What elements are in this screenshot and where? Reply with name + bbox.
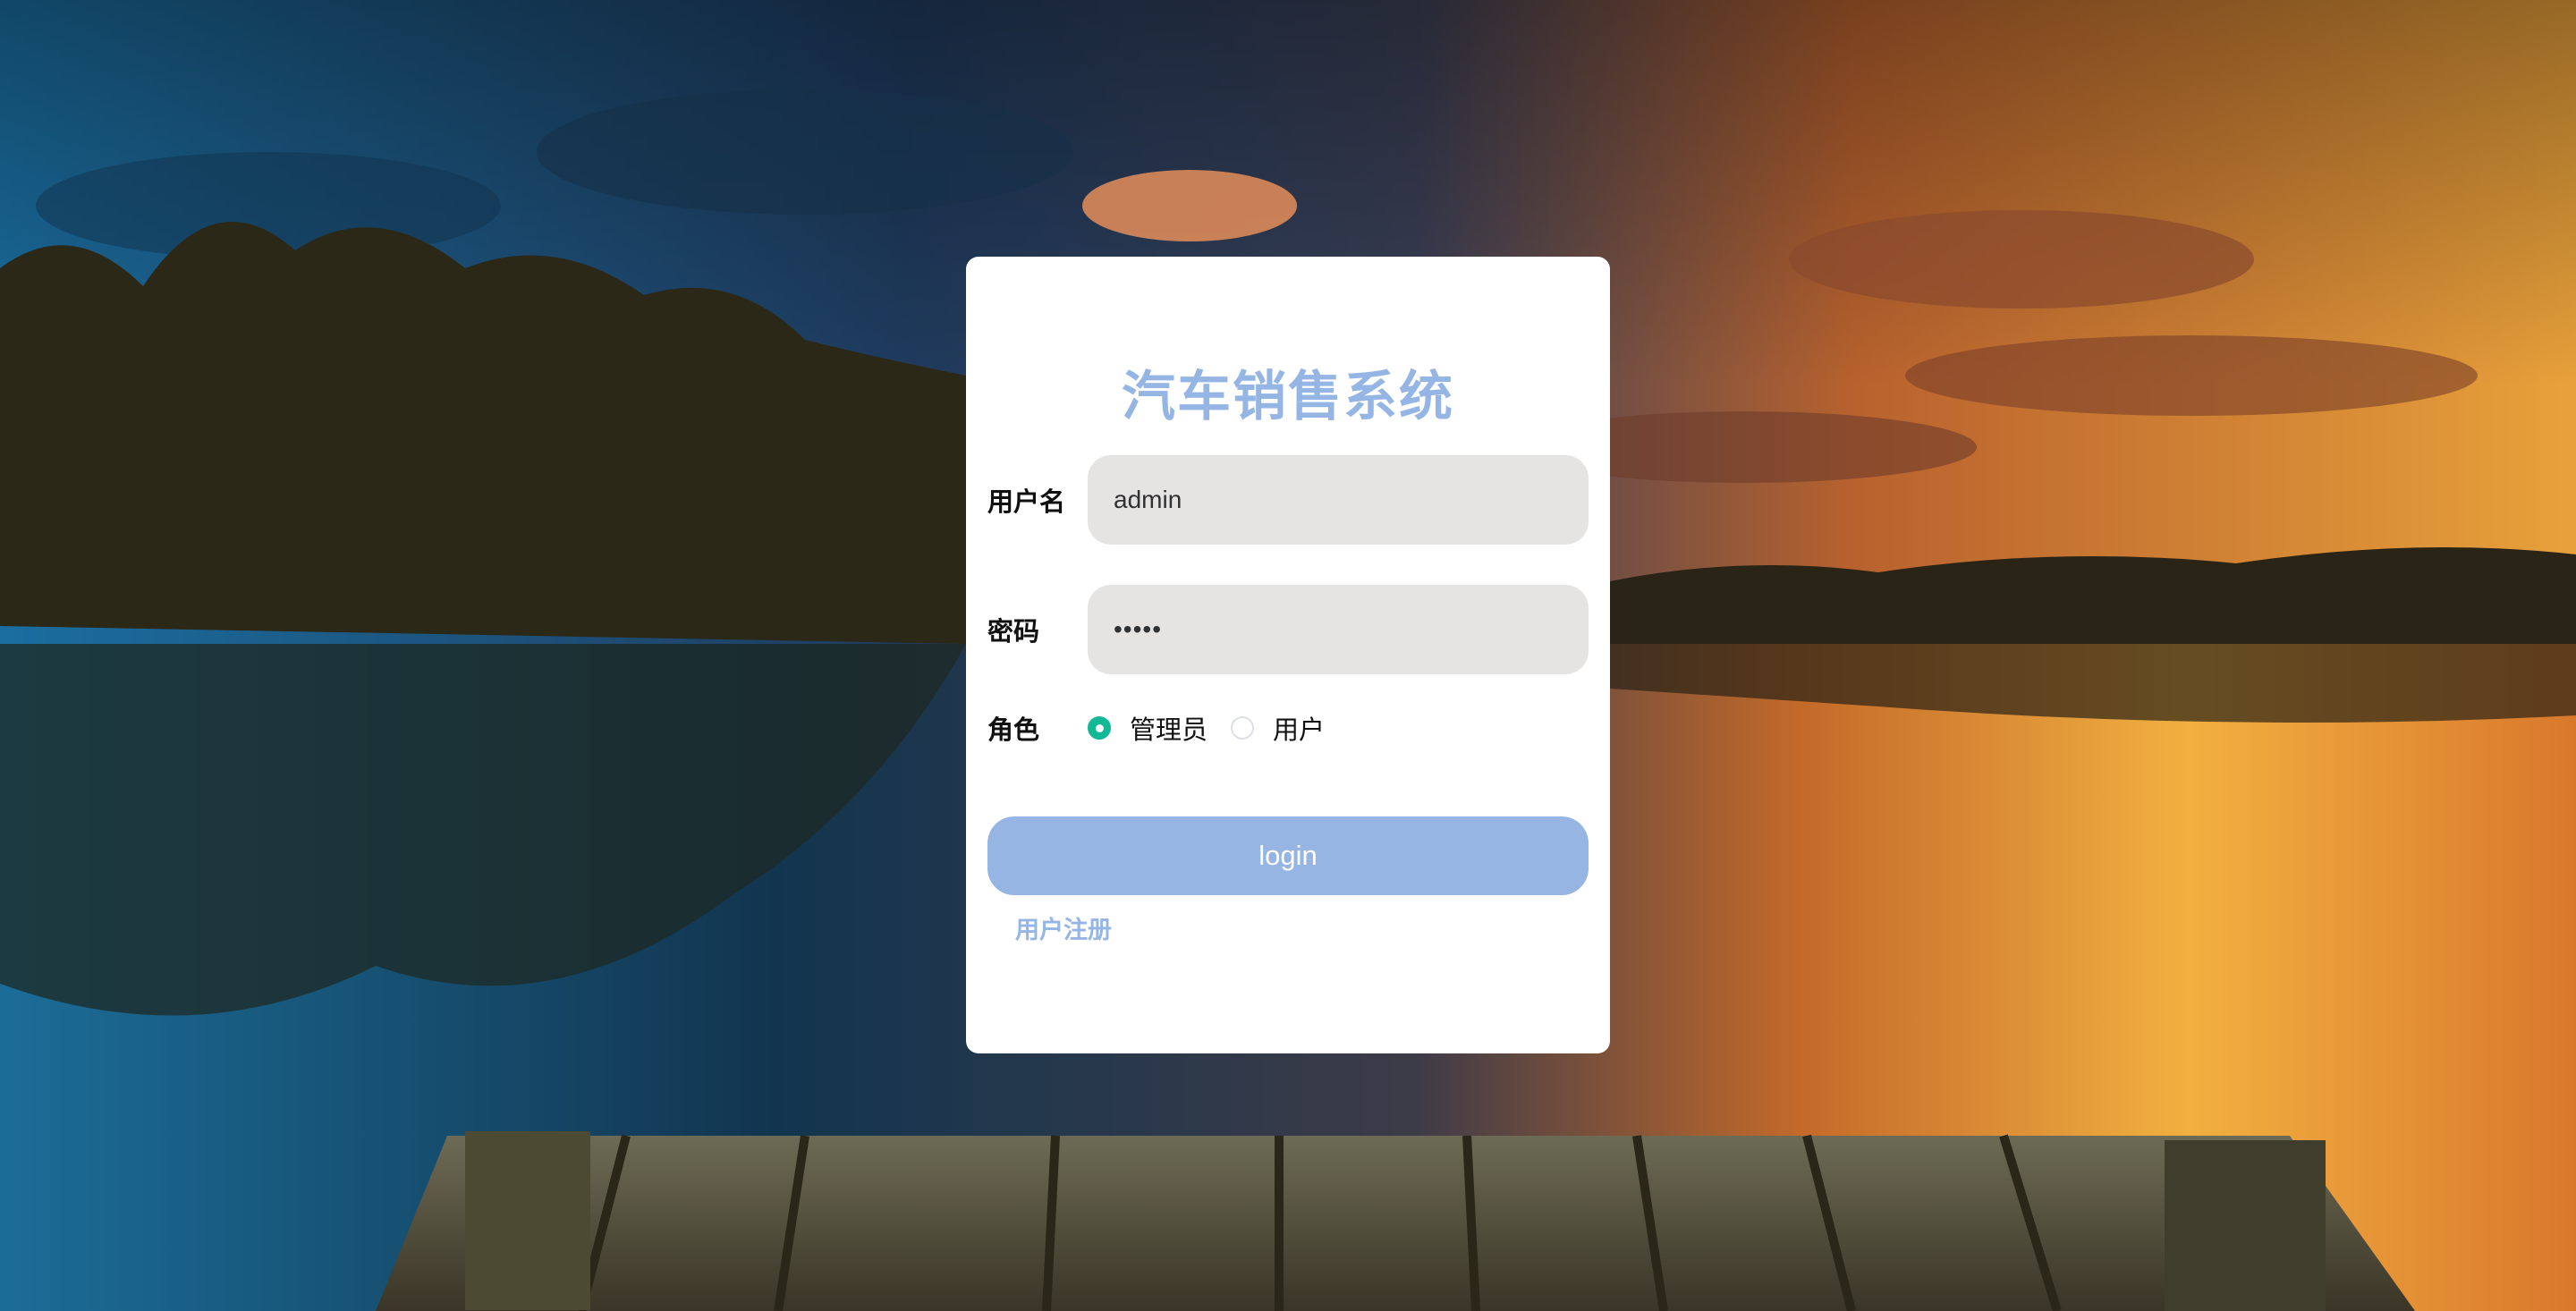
password-input[interactable]: ••••• — [1088, 585, 1589, 674]
password-label: 密码 — [987, 616, 1040, 647]
register-link[interactable]: 用户注册 — [1015, 910, 1112, 945]
radio-checked-icon[interactable] — [1088, 716, 1111, 740]
role-row: 角色 管理员 用户 — [987, 709, 1589, 747]
role-option-user[interactable]: 用户 — [1231, 709, 1325, 747]
page-title: 汽车销售系统 — [1122, 366, 1454, 428]
login-card: 汽车销售系统 用户名 admin 密码 ••••• 角色 管理员 用户 logi… — [966, 257, 1610, 1053]
role-label: 角色 — [987, 715, 1040, 745]
password-row: 密码 ••••• — [987, 585, 1589, 674]
username-label: 用户名 — [987, 486, 1066, 517]
role-option-user-label: 用户 — [1273, 715, 1326, 745]
role-radio-group: 管理员 用户 — [1088, 709, 1348, 747]
username-input[interactable]: admin — [1088, 455, 1589, 545]
login-button[interactable]: login — [987, 816, 1589, 895]
role-option-admin[interactable]: 管理员 — [1088, 709, 1208, 747]
username-row: 用户名 admin — [987, 455, 1589, 545]
role-option-admin-label: 管理员 — [1130, 715, 1208, 745]
radio-unchecked-icon[interactable] — [1231, 716, 1255, 740]
